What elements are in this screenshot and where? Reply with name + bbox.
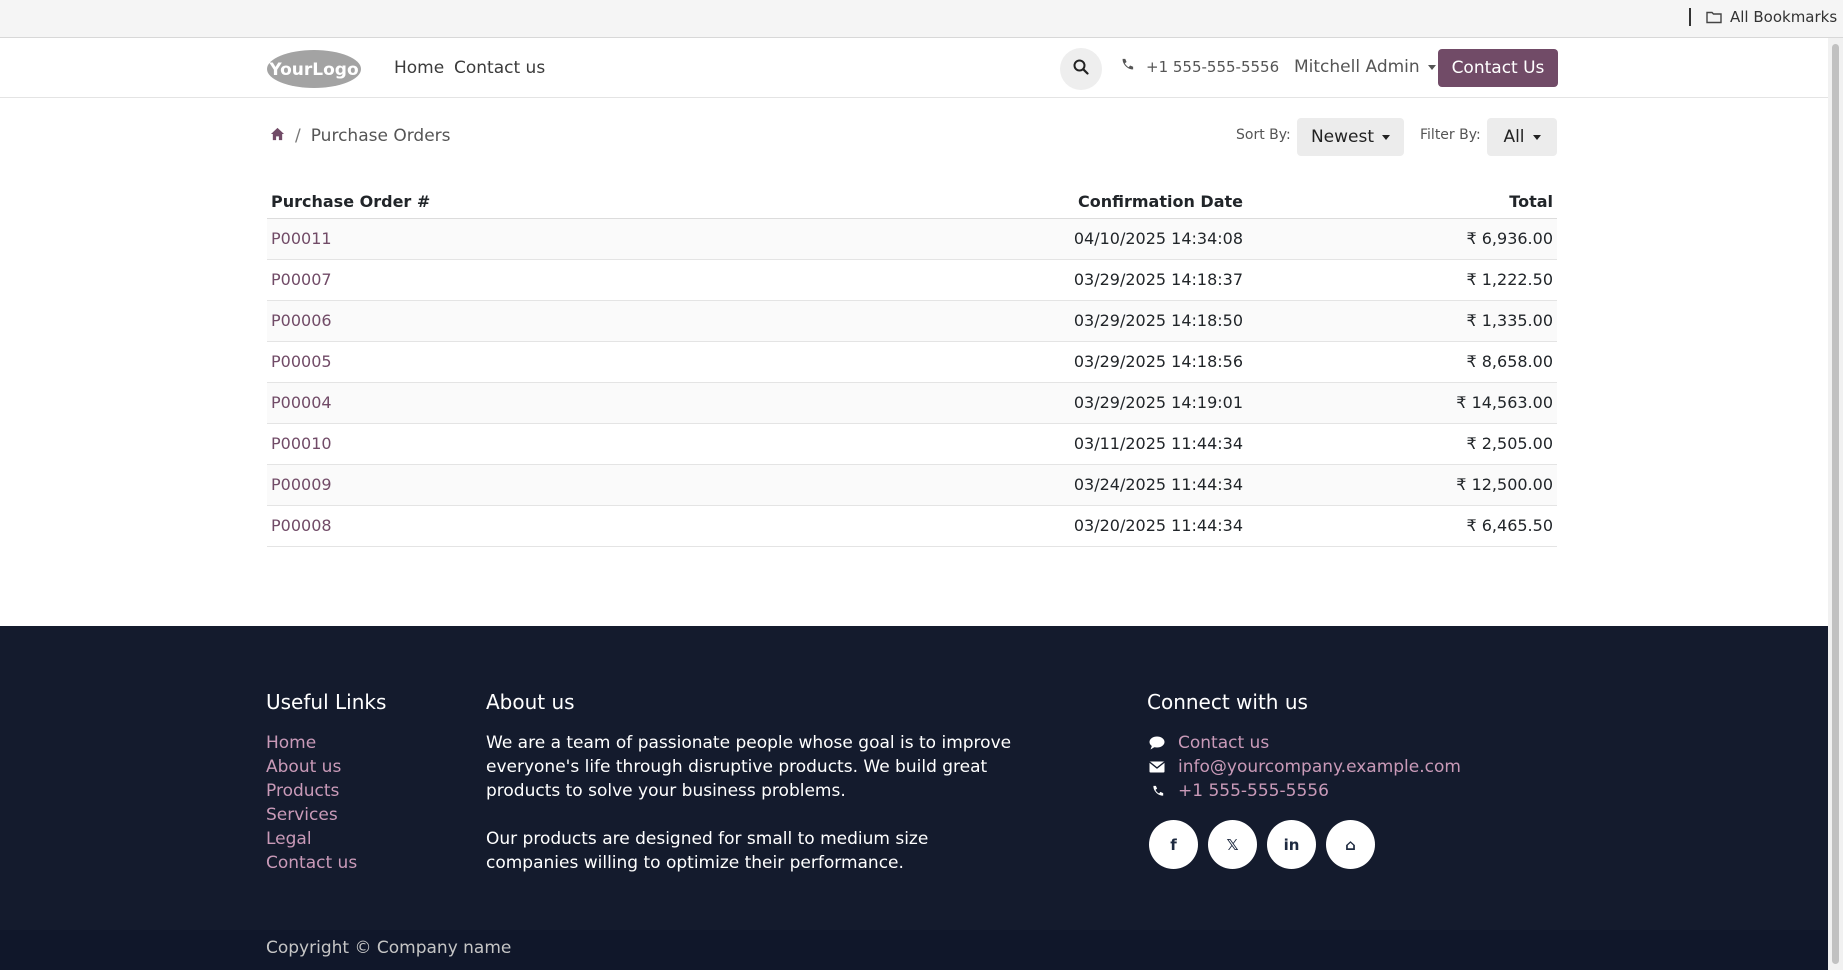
home-icon[interactable] (270, 126, 285, 146)
caret-down-icon (1427, 64, 1436, 70)
order-total: ₹ 12,500.00 (1247, 464, 1557, 506)
order-link[interactable]: P00011 (271, 229, 332, 248)
sort-dropdown[interactable]: Newest (1297, 118, 1404, 156)
contact-us-button[interactable]: Contact Us (1438, 49, 1558, 87)
facebook-icon[interactable]: f (1149, 820, 1198, 869)
order-link[interactable]: P00004 (271, 393, 332, 412)
filter-by-label: Filter By: (1420, 127, 1481, 143)
copyright-text: Copyright © Company name (266, 938, 512, 958)
order-link[interactable]: P00006 (271, 311, 332, 330)
user-menu-dropdown[interactable]: Mitchell Admin (1294, 57, 1436, 77)
folder-icon (1706, 10, 1722, 24)
phone-icon (1148, 785, 1166, 798)
nav-contact-link[interactable]: Contact us (454, 58, 545, 78)
bookmarks-bar: All Bookmarks (0, 0, 1843, 38)
filter-dropdown[interactable]: All (1487, 118, 1557, 156)
order-link[interactable]: P00010 (271, 434, 332, 453)
order-date: 03/11/2025 11:44:34 (827, 423, 1247, 465)
comment-icon (1148, 736, 1166, 750)
about-us-paragraph-1: We are a team of passionate people whose… (486, 733, 1012, 801)
search-button[interactable] (1060, 48, 1102, 90)
copyright-bar: Copyright © Company name (0, 930, 1828, 970)
connect-phone-link[interactable]: +1 555-555-5556 (1148, 779, 1461, 803)
footer-link-home[interactable]: Home (266, 731, 357, 755)
all-bookmarks-label: All Bookmarks (1730, 8, 1838, 26)
table-header-row: Purchase Order # Confirmation Date Total (267, 186, 1557, 219)
table-row[interactable]: P00006 03/29/2025 14:18:50 ₹ 1,335.00 (267, 300, 1557, 342)
header-phone-number: +1 555-555-5556 (1146, 58, 1280, 76)
header-phone[interactable]: +1 555-555-5556 (1120, 58, 1279, 76)
order-link[interactable]: P00005 (271, 352, 332, 371)
table-row[interactable]: P00004 03/29/2025 14:19:01 ₹ 14,563.00 (267, 382, 1557, 424)
order-date: 03/29/2025 14:18:37 (827, 259, 1247, 301)
logo-text: YourLogo (268, 60, 358, 80)
order-link[interactable]: P00007 (271, 270, 332, 289)
company-logo[interactable]: YourLogo (266, 48, 362, 88)
caret-down-icon (1382, 134, 1391, 140)
about-us-paragraph-2: Our products are designed for small to m… (486, 829, 929, 873)
table-row[interactable]: P00011 04/10/2025 14:34:08 ₹ 6,936.00 (267, 218, 1557, 260)
header-total: Total (1247, 186, 1557, 219)
about-us-title: About us (486, 690, 575, 714)
order-link[interactable]: P00009 (271, 475, 332, 494)
order-date: 03/29/2025 14:18:56 (827, 341, 1247, 383)
connect-phone-text: +1 555-555-5556 (1178, 781, 1329, 801)
table-row[interactable]: P00010 03/11/2025 11:44:34 ₹ 2,505.00 (267, 423, 1557, 465)
home-icon[interactable]: ⌂ (1326, 820, 1375, 869)
table-row[interactable]: P00008 03/20/2025 11:44:34 ₹ 6,465.50 (267, 505, 1557, 547)
site-header: YourLogo Home Contact us +1 555-555-5556… (0, 38, 1828, 98)
sort-value: Newest (1310, 127, 1375, 147)
connect-title: Connect with us (1147, 690, 1308, 714)
breadcrumb-current: Purchase Orders (310, 126, 451, 146)
table-row[interactable]: P00009 03/24/2025 11:44:34 ₹ 12,500.00 (267, 464, 1557, 506)
order-total: ₹ 14,563.00 (1247, 382, 1557, 424)
header-confirmation-date: Confirmation Date (827, 186, 1247, 219)
caret-down-icon (1532, 134, 1541, 140)
useful-links-title: Useful Links (266, 690, 387, 714)
envelope-icon (1148, 761, 1166, 773)
connect-contact-text: Contact us (1178, 733, 1270, 753)
breadcrumb-separator: / (295, 126, 301, 146)
nav-home-link[interactable]: Home (394, 58, 444, 78)
order-total: ₹ 8,658.00 (1247, 341, 1557, 383)
connect-email-text: info@yourcompany.example.com (1178, 757, 1461, 777)
page-scrollbar[interactable] (1828, 38, 1843, 970)
phone-icon (1120, 58, 1134, 76)
connect-email-link[interactable]: info@yourcompany.example.com (1148, 755, 1461, 779)
order-total: ₹ 1,335.00 (1247, 300, 1557, 342)
order-date: 03/20/2025 11:44:34 (827, 505, 1247, 547)
purchase-orders-table: Purchase Order # Confirmation Date Total… (267, 186, 1557, 547)
order-link[interactable]: P00008 (271, 516, 332, 535)
all-bookmarks-button[interactable]: All Bookmarks (1706, 7, 1837, 27)
footer-link-services[interactable]: Services (266, 803, 357, 827)
footer-link-contact[interactable]: Contact us (266, 851, 357, 875)
header-purchase-order: Purchase Order # (267, 186, 827, 219)
user-name: Mitchell Admin (1294, 57, 1420, 77)
sort-by-label: Sort By: (1236, 127, 1291, 143)
order-date: 03/24/2025 11:44:34 (827, 464, 1247, 506)
footer-link-products[interactable]: Products (266, 779, 357, 803)
footer-link-legal[interactable]: Legal (266, 827, 357, 851)
breadcrumb: / Purchase Orders (270, 126, 451, 146)
x-twitter-icon[interactable]: 𝕏 (1208, 820, 1257, 869)
connect-contact-link[interactable]: Contact us (1148, 731, 1461, 755)
order-total: ₹ 6,936.00 (1247, 218, 1557, 260)
table-row[interactable]: P00005 03/29/2025 14:18:56 ₹ 8,658.00 (267, 341, 1557, 383)
connect-list: Contact us info@yourcompany.example.com … (1148, 731, 1461, 803)
footer-link-about[interactable]: About us (266, 755, 357, 779)
order-date: 04/10/2025 14:34:08 (827, 218, 1247, 260)
linkedin-icon[interactable]: in (1267, 820, 1316, 869)
social-links: f 𝕏 in ⌂ (1149, 820, 1375, 869)
bookmarks-separator (1689, 8, 1691, 26)
order-total: ₹ 6,465.50 (1247, 505, 1557, 547)
search-icon (1073, 59, 1089, 79)
order-date: 03/29/2025 14:18:50 (827, 300, 1247, 342)
order-total: ₹ 2,505.00 (1247, 423, 1557, 465)
filter-value: All (1503, 127, 1525, 147)
order-total: ₹ 1,222.50 (1247, 259, 1557, 301)
useful-links-list: Home About us Products Services Legal Co… (266, 731, 357, 875)
table-row[interactable]: P00007 03/29/2025 14:18:37 ₹ 1,222.50 (267, 259, 1557, 301)
order-date: 03/29/2025 14:19:01 (827, 382, 1247, 424)
scrollbar-thumb[interactable] (1832, 44, 1839, 964)
